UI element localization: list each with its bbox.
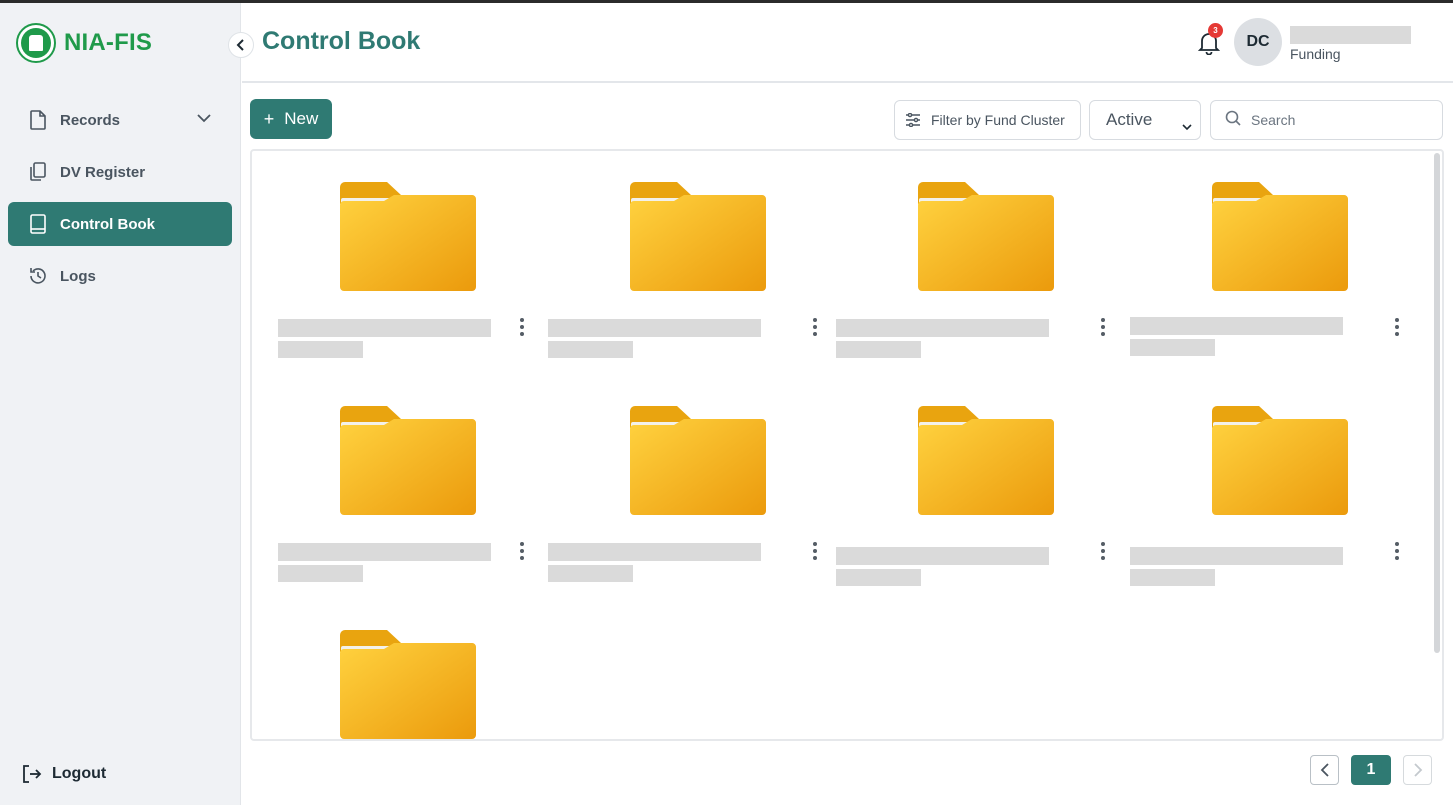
copy-icon [28,162,48,182]
folder-icon[interactable] [628,405,768,522]
user-role: Funding [1290,46,1341,62]
more-options-icon[interactable] [1389,539,1405,563]
file-icon [28,110,48,130]
filter-label: Filter by Fund Cluster [931,112,1065,128]
folder-icon[interactable] [628,181,768,298]
folder-subtitle-placeholder [278,341,363,358]
chevron-down-icon [196,110,212,130]
sidebar-item-dv-register[interactable]: DV Register [8,150,232,194]
sidebar-item-label: Control Book [60,215,155,233]
folder-card[interactable] [836,401,1130,601]
sidebar-item-control-book[interactable]: Control Book [8,202,232,246]
folder-name-placeholder [1130,317,1343,335]
folder-card[interactable] [1130,177,1424,377]
chevron-down-icon [1182,116,1192,136]
sidebar-item-label: DV Register [60,163,146,181]
folder-icon[interactable] [1210,181,1350,298]
sidebar-item-label: Records [60,111,121,129]
more-options-icon[interactable] [1095,539,1111,563]
current-page-button[interactable]: 1 [1351,755,1391,785]
sidebar-nav: Records DV Register Control Book Logs [8,98,232,306]
more-options-icon[interactable] [1389,315,1405,339]
folder-icon[interactable] [338,629,478,739]
new-button[interactable]: + New [250,99,332,139]
sidebar-item-logs[interactable]: Logs [8,254,232,298]
folder-subtitle-placeholder [836,341,921,358]
plus-icon: + [263,108,275,129]
folder-icon[interactable] [338,181,478,298]
folder-card[interactable] [278,401,548,601]
user-name-placeholder [1290,26,1411,44]
folder-subtitle-placeholder [548,565,633,582]
header: Control Book 3 DC Funding [242,3,1453,83]
folder-card[interactable] [548,401,842,601]
logout-button[interactable]: Logout [22,765,106,783]
folder-subtitle-placeholder [278,565,363,582]
sidebar-item-records[interactable]: Records [8,98,232,142]
avatar[interactable]: DC [1234,18,1282,66]
logout-icon [22,765,42,783]
more-options-icon[interactable] [1095,315,1111,339]
folder-icon[interactable] [916,405,1056,522]
nia-logo-icon [16,23,56,63]
folder-icon[interactable] [916,181,1056,298]
chevron-right-icon [1413,763,1422,777]
more-options-icon[interactable] [514,315,530,339]
notification-count-badge: 3 [1208,23,1223,38]
folder-name-placeholder [836,547,1049,565]
folder-card[interactable] [278,625,548,739]
book-icon [28,214,48,234]
logout-label: Logout [52,765,107,782]
status-value: Active [1106,110,1153,129]
page-title: Control Book [262,27,421,55]
folder-name-placeholder [278,319,491,337]
next-page-button[interactable] [1403,755,1432,785]
search-input[interactable] [1251,112,1431,128]
sidebar: NIA-FIS Records DV Register Control Book [0,3,241,805]
more-options-icon[interactable] [807,539,823,563]
folder-card[interactable] [836,177,1130,377]
previous-page-button[interactable] [1310,755,1339,785]
history-icon [28,266,48,286]
folder-icon[interactable] [338,405,478,522]
folder-card[interactable] [1130,401,1424,601]
folder-card[interactable] [278,177,548,377]
folder-subtitle-placeholder [548,341,633,358]
folder-name-placeholder [836,319,1049,337]
new-button-label: New [284,109,319,128]
search-icon [1225,110,1241,131]
search-box[interactable] [1210,100,1443,140]
folder-name-placeholder [278,543,491,561]
folder-name-placeholder [548,543,761,561]
app-name: NIA-FIS [64,29,153,56]
more-options-icon[interactable] [807,315,823,339]
folder-name-placeholder [1130,547,1343,565]
folder-icon[interactable] [1210,405,1350,522]
chevron-left-icon [1320,763,1329,777]
folder-subtitle-placeholder [1130,569,1215,586]
more-options-icon[interactable] [514,539,530,563]
status-select[interactable]: Active [1089,100,1201,140]
folder-card[interactable] [548,177,842,377]
folder-subtitle-placeholder [836,569,921,586]
folder-name-placeholder [548,319,761,337]
chevron-left-icon [236,39,244,51]
collapse-sidebar-button[interactable] [228,32,254,58]
folder-subtitle-placeholder [1130,339,1215,356]
folder-grid [250,149,1444,741]
filter-fund-cluster-button[interactable]: Filter by Fund Cluster [894,100,1081,140]
scrollbar[interactable] [1434,153,1440,653]
brand[interactable]: NIA-FIS [16,23,152,63]
sliders-icon [905,113,921,127]
sidebar-item-label: Logs [60,267,96,285]
